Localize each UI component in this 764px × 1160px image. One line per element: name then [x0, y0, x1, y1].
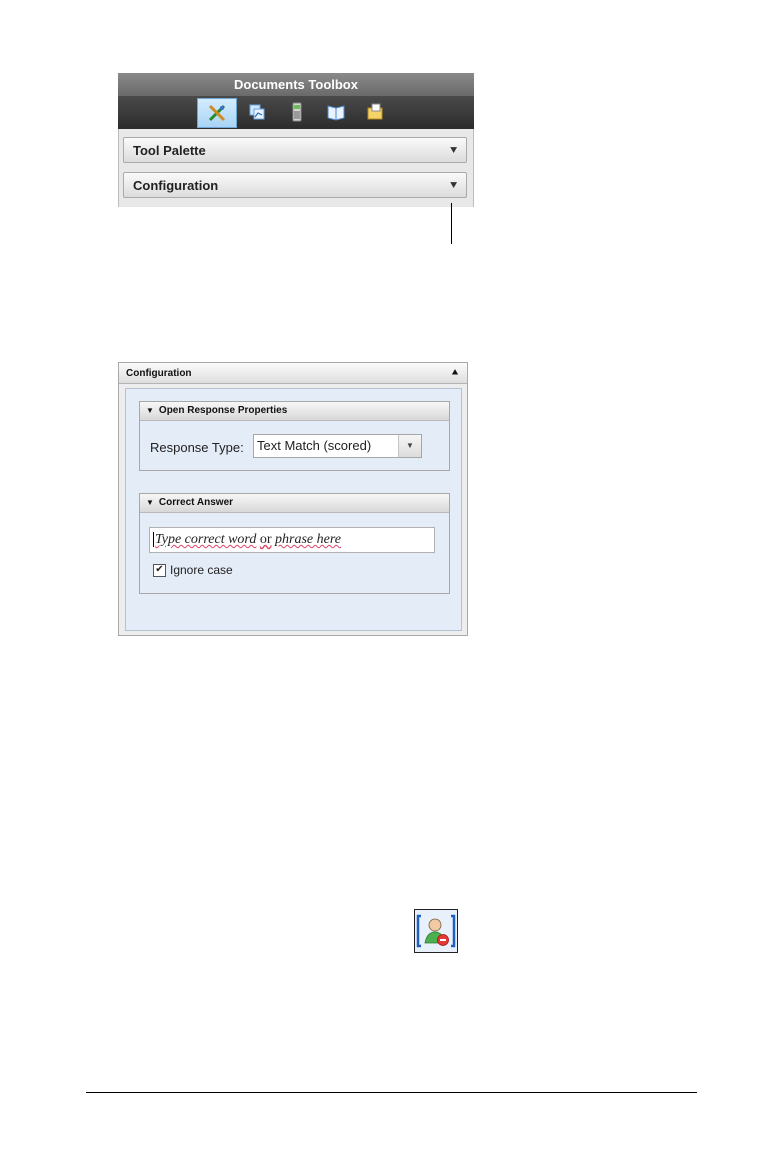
- documents-toolbox: Documents Toolbox Tool Palette ⯆ Configu…: [118, 73, 474, 207]
- calculator-emulator-icon[interactable]: [284, 99, 310, 125]
- open-response-properties-header[interactable]: ▼ Open Response Properties: [140, 402, 449, 421]
- toolbox-body: Tool Palette ⯆ Configuration ⯆: [118, 129, 474, 207]
- tool-palette-label: Tool Palette: [133, 143, 206, 158]
- response-type-value: Text Match (scored): [257, 438, 372, 453]
- configuration-section[interactable]: Configuration ⯆: [123, 172, 467, 198]
- configuration-header[interactable]: Configuration ⯅: [119, 363, 467, 384]
- toolbox-icon-bar: [118, 96, 474, 129]
- dropdown-arrow-icon[interactable]: ▼: [398, 435, 421, 457]
- chevron-up-icon[interactable]: ⯅: [451, 363, 459, 384]
- correct-answer-input[interactable]: Type correct word or phrase here: [149, 527, 435, 553]
- response-type-select[interactable]: Text Match (scored) ▼: [253, 434, 422, 458]
- ignore-case-option[interactable]: ✔ Ignore case: [153, 563, 233, 577]
- configuration-label: Configuration: [133, 178, 219, 193]
- student-response-icon: [414, 909, 458, 953]
- correct-answer-header[interactable]: ▼ Correct Answer: [140, 494, 449, 513]
- configuration-header-label: Configuration: [126, 368, 192, 379]
- toolbox-title: Documents Toolbox: [118, 73, 474, 96]
- configuration-body: ▼ Open Response Properties Response Type:…: [125, 388, 462, 631]
- tools-icon[interactable]: [197, 98, 237, 128]
- answer-placeholder-part2: phrase here: [275, 532, 341, 547]
- tool-palette-section[interactable]: Tool Palette ⯆: [123, 137, 467, 163]
- ignore-case-checkbox[interactable]: ✔: [153, 563, 166, 577]
- answer-placeholder-part1: Type correct word: [155, 532, 257, 547]
- chevron-down-icon[interactable]: ⯆: [449, 138, 458, 164]
- callout-line: [451, 203, 452, 244]
- correct-answer-title: Correct Answer: [158, 497, 234, 508]
- footer-rule: [86, 1092, 697, 1093]
- chevron-down-icon[interactable]: ⯆: [449, 173, 458, 199]
- ignore-case-label: Ignore case: [170, 563, 233, 577]
- content-explorer-icon[interactable]: [323, 99, 349, 125]
- collapse-triangle-icon[interactable]: ▼: [146, 402, 154, 420]
- answer-placeholder-or: or: [259, 532, 272, 547]
- response-type-label: Response Type:: [150, 440, 244, 455]
- open-response-properties-group: ▼ Open Response Properties Response Type:…: [139, 401, 450, 471]
- configuration-panel: Configuration ⯅ ▼ Open Response Propertie…: [118, 362, 468, 636]
- utilities-icon[interactable]: [362, 99, 388, 125]
- collapse-triangle-icon[interactable]: ▼: [146, 494, 154, 512]
- text-caret: [153, 532, 154, 548]
- correct-answer-group: ▼ Correct Answer Type correct word or phr…: [139, 493, 450, 594]
- open-response-properties-title: Open Response Properties: [158, 405, 288, 416]
- page-sorter-icon[interactable]: [244, 99, 270, 125]
